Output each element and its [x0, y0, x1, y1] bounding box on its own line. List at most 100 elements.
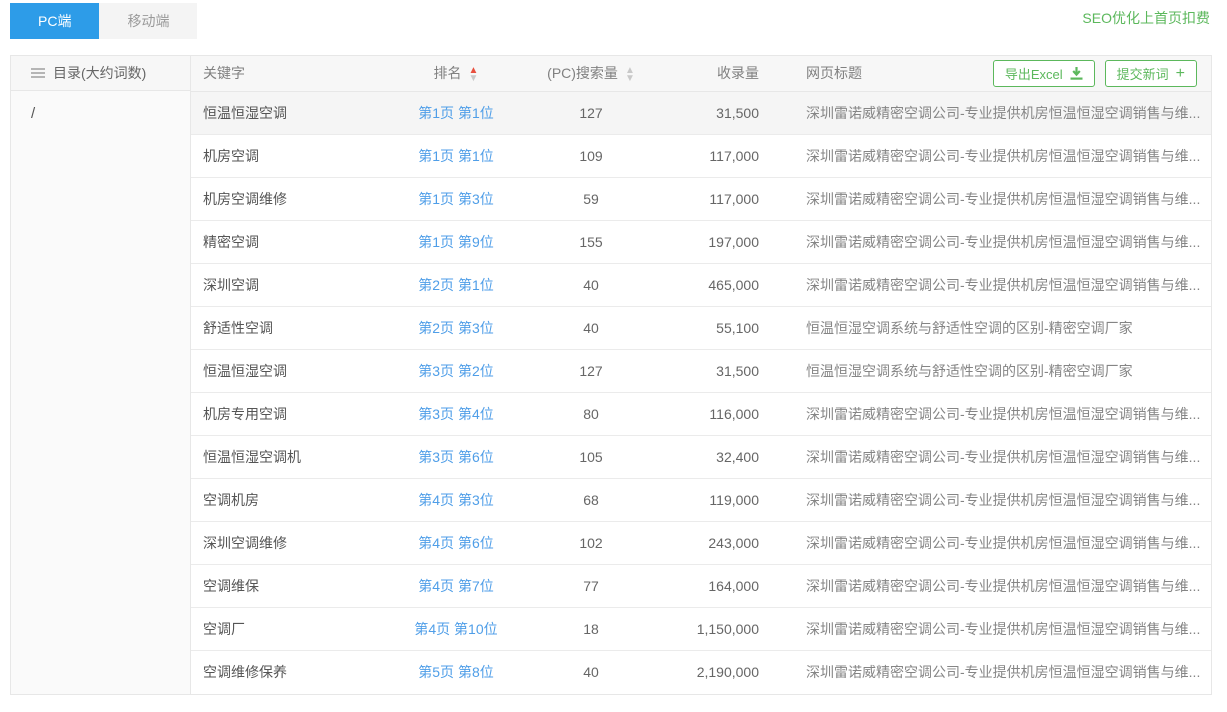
- keyword-row: 精密空调 第1页 第9位 155 197,000 深圳雷诺威精密空调公司-专业提…: [191, 220, 1211, 263]
- search-volume-cell: 68: [506, 478, 676, 521]
- rank-link[interactable]: 第2页 第1位: [418, 277, 493, 293]
- rank-link[interactable]: 第3页 第6位: [418, 449, 493, 465]
- keyword-row: 空调厂 第4页 第10位 18 1,150,000 深圳雷诺威精密空调公司-专业…: [191, 607, 1211, 650]
- keyword-row: 机房空调维修 第1页 第3位 59 117,000 深圳雷诺威精密空调公司-专业…: [191, 177, 1211, 220]
- keyword-cell: 机房空调维修: [191, 177, 406, 220]
- rank-link[interactable]: 第4页 第10位: [414, 621, 497, 637]
- rank-cell: 第5页 第8位: [406, 650, 506, 693]
- sort-desc-icon[interactable]: ▼: [469, 75, 479, 83]
- page-title-cell: 深圳雷诺威精密空调公司-专业提供机房恒温恒湿空调销售与维...: [776, 91, 1211, 134]
- index-volume-cell: 2,190,000: [676, 650, 776, 693]
- index-volume-cell: 116,000: [676, 392, 776, 435]
- page-title-cell: 恒温恒湿空调系统与舒适性空调的区别-精密空调厂家: [776, 306, 1211, 349]
- sort-desc-icon[interactable]: ▼: [625, 75, 635, 83]
- keyword-cell: 恒温恒湿空调: [191, 91, 406, 134]
- rank-cell: 第3页 第2位: [406, 349, 506, 392]
- rank-cell: 第1页 第1位: [406, 134, 506, 177]
- search-volume-cell: 155: [506, 220, 676, 263]
- page-title-cell: 深圳雷诺威精密空调公司-专业提供机房恒温恒湿空调销售与维...: [776, 220, 1211, 263]
- search-volume-cell: 77: [506, 564, 676, 607]
- keyword-row: 深圳空调维修 第4页 第6位 102 243,000 深圳雷诺威精密空调公司-专…: [191, 521, 1211, 564]
- keyword-cell: 空调机房: [191, 478, 406, 521]
- keyword-row: 机房空调 第1页 第1位 109 117,000 深圳雷诺威精密空调公司-专业提…: [191, 134, 1211, 177]
- submit-new-keyword-button[interactable]: 提交新词 +: [1105, 60, 1197, 87]
- tab-pc[interactable]: PC端: [10, 3, 99, 39]
- page-title-cell: 深圳雷诺威精密空调公司-专业提供机房恒温恒湿空调销售与维...: [776, 177, 1211, 220]
- col-header-page-title: 网页标题 导出Excel 提交新词 +: [776, 56, 1211, 91]
- keyword-row: 空调机房 第4页 第3位 68 119,000 深圳雷诺威精密空调公司-专业提供…: [191, 478, 1211, 521]
- main-panel: 目录(大约词数) / 关键字 排名▲▼ (PC)搜索量▲▼ 收录量: [10, 55, 1212, 695]
- page-title-cell: 深圳雷诺威精密空调公司-专业提供机房恒温恒湿空调销售与维...: [776, 263, 1211, 306]
- keyword-row: 空调维修保养 第5页 第8位 40 2,190,000 深圳雷诺威精密空调公司-…: [191, 650, 1211, 693]
- index-volume-cell: 197,000: [676, 220, 776, 263]
- page-title-cell: 深圳雷诺威精密空调公司-专业提供机房恒温恒湿空调销售与维...: [776, 478, 1211, 521]
- rank-link[interactable]: 第1页 第1位: [418, 148, 493, 164]
- index-volume-cell: 117,000: [676, 177, 776, 220]
- list-icon: [31, 66, 45, 80]
- rank-cell: 第2页 第1位: [406, 263, 506, 306]
- page-title-cell: 深圳雷诺威精密空调公司-专业提供机房恒温恒湿空调销售与维...: [776, 435, 1211, 478]
- search-volume-cell: 80: [506, 392, 676, 435]
- keyword-cell: 舒适性空调: [191, 306, 406, 349]
- table-header-row: 关键字 排名▲▼ (PC)搜索量▲▼ 收录量 网页标题 导出Excel: [191, 56, 1211, 91]
- index-volume-cell: 1,150,000: [676, 607, 776, 650]
- keyword-cell: 恒温恒湿空调机: [191, 435, 406, 478]
- col-header-title-label: 网页标题: [806, 65, 862, 81]
- search-volume-cell: 102: [506, 521, 676, 564]
- rank-cell: 第1页 第3位: [406, 177, 506, 220]
- keyword-cell: 空调厂: [191, 607, 406, 650]
- sidebar-header: 目录(大约词数): [11, 56, 190, 91]
- rank-link[interactable]: 第4页 第6位: [418, 535, 493, 551]
- rank-sort-control[interactable]: ▲▼: [469, 67, 479, 83]
- table-actions: 导出Excel 提交新词 +: [993, 60, 1197, 87]
- rank-link[interactable]: 第1页 第3位: [418, 191, 493, 207]
- keyword-table: 关键字 排名▲▼ (PC)搜索量▲▼ 收录量 网页标题 导出Excel: [191, 56, 1211, 693]
- page-title-cell: 深圳雷诺威精密空调公司-专业提供机房恒温恒湿空调销售与维...: [776, 521, 1211, 564]
- search-volume-cell: 18: [506, 607, 676, 650]
- search-volume-cell: 127: [506, 349, 676, 392]
- rank-cell: 第4页 第10位: [406, 607, 506, 650]
- index-volume-cell: 119,000: [676, 478, 776, 521]
- keyword-cell: 机房专用空调: [191, 392, 406, 435]
- page-title-cell: 深圳雷诺威精密空调公司-专业提供机房恒温恒湿空调销售与维...: [776, 134, 1211, 177]
- keyword-row: 深圳空调 第2页 第1位 40 465,000 深圳雷诺威精密空调公司-专业提供…: [191, 263, 1211, 306]
- rank-cell: 第4页 第7位: [406, 564, 506, 607]
- keyword-cell: 机房空调: [191, 134, 406, 177]
- keyword-row: 恒温恒湿空调 第1页 第1位 127 31,500 深圳雷诺威精密空调公司-专业…: [191, 91, 1211, 134]
- search-volume-cell: 109: [506, 134, 676, 177]
- rank-link[interactable]: 第4页 第7位: [418, 578, 493, 594]
- search-volume-cell: 40: [506, 650, 676, 693]
- rank-link[interactable]: 第1页 第9位: [418, 234, 493, 250]
- page-title-cell: 深圳雷诺威精密空调公司-专业提供机房恒温恒湿空调销售与维...: [776, 607, 1211, 650]
- rank-cell: 第3页 第6位: [406, 435, 506, 478]
- index-volume-cell: 31,500: [676, 91, 776, 134]
- rank-cell: 第4页 第3位: [406, 478, 506, 521]
- search-sort-control[interactable]: ▲▼: [625, 67, 635, 83]
- keyword-row: 机房专用空调 第3页 第4位 80 116,000 深圳雷诺威精密空调公司-专业…: [191, 392, 1211, 435]
- col-header-index-volume: 收录量: [676, 56, 776, 91]
- rank-link[interactable]: 第3页 第2位: [418, 363, 493, 379]
- search-volume-cell: 40: [506, 263, 676, 306]
- sidebar-item-root[interactable]: /: [11, 91, 190, 122]
- rank-link[interactable]: 第2页 第3位: [418, 320, 493, 336]
- keyword-row: 恒温恒湿空调 第3页 第2位 127 31,500 恒温恒湿空调系统与舒适性空调…: [191, 349, 1211, 392]
- page-title-cell: 深圳雷诺威精密空调公司-专业提供机房恒温恒湿空调销售与维...: [776, 392, 1211, 435]
- index-volume-cell: 55,100: [676, 306, 776, 349]
- col-header-rank-label: 排名: [434, 65, 462, 81]
- tab-mobile[interactable]: 移动端: [99, 3, 197, 39]
- keyword-cell: 深圳空调: [191, 263, 406, 306]
- rank-cell: 第3页 第4位: [406, 392, 506, 435]
- export-excel-button[interactable]: 导出Excel: [993, 60, 1095, 87]
- index-volume-cell: 117,000: [676, 134, 776, 177]
- index-volume-cell: 164,000: [676, 564, 776, 607]
- page-title-cell: 深圳雷诺威精密空调公司-专业提供机房恒温恒湿空调销售与维...: [776, 564, 1211, 607]
- rank-link[interactable]: 第5页 第8位: [418, 664, 493, 680]
- rank-cell: 第4页 第6位: [406, 521, 506, 564]
- sidebar-title: 目录(大约词数): [53, 63, 146, 83]
- search-volume-cell: 59: [506, 177, 676, 220]
- rank-link[interactable]: 第1页 第1位: [418, 105, 493, 121]
- plus-icon: +: [1176, 66, 1185, 82]
- seo-billing-link[interactable]: SEO优化上首页扣费: [1082, 3, 1210, 39]
- rank-link[interactable]: 第3页 第4位: [418, 406, 493, 422]
- rank-link[interactable]: 第4页 第3位: [418, 492, 493, 508]
